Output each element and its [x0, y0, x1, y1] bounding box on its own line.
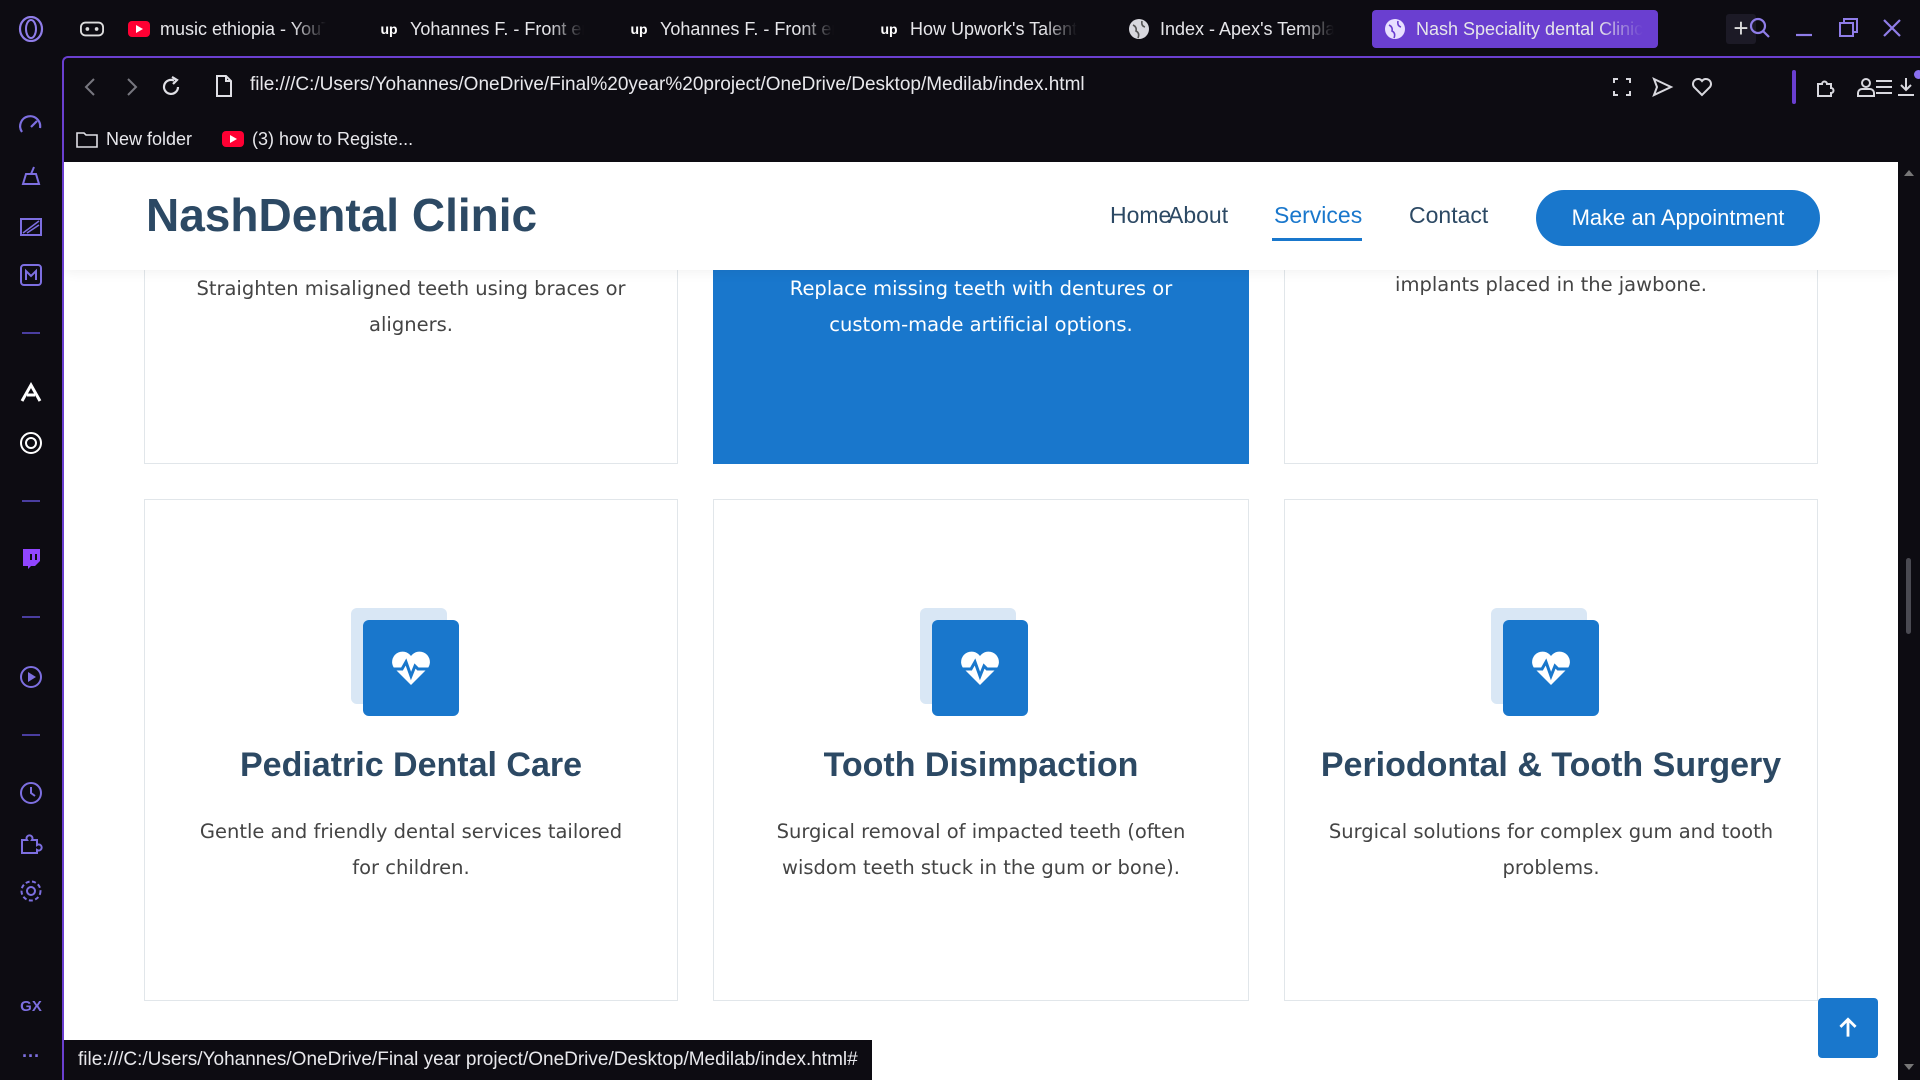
gx-control-icon[interactable] [14, 110, 48, 144]
service-card-text: implants placed in the jawbone. [1395, 273, 1707, 296]
folder-icon [76, 132, 98, 148]
bookmarks-bar: New folder (3) how to Registe... [64, 116, 1920, 162]
tab-nash-dental-active[interactable]: Nash Speciality dental Clinic [1372, 10, 1658, 48]
link-status-tooltip: file:///C:/Users/Yohannes/OneDrive/Final… [64, 1040, 872, 1080]
snapshot-icon[interactable] [1606, 71, 1638, 103]
nav-about[interactable]: About [1168, 202, 1228, 229]
site-logo[interactable]: NashDental Clinic [146, 188, 537, 242]
web-page: NashDental Clinic Home About Services Co… [64, 162, 1898, 1080]
upwork-icon: up [630, 21, 648, 37]
service-card-pediatric[interactable]: Pediatric Dental Care Gentle and friendl… [144, 499, 678, 1001]
sidebar-divider [22, 734, 40, 736]
toolbar-divider [1792, 70, 1796, 104]
tab-search-icon[interactable] [1744, 12, 1776, 44]
make-appointment-button[interactable]: Make an Appointment [1536, 190, 1820, 246]
twitch-icon[interactable] [14, 542, 48, 576]
service-card-text: Straighten misaligned teeth using braces… [196, 277, 626, 336]
gx-cleaner-icon[interactable] [14, 160, 48, 194]
nav-contact[interactable]: Contact [1409, 202, 1488, 229]
service-card-disimpaction[interactable]: Tooth Disimpaction Surgical removal of i… [713, 499, 1249, 1001]
restore-icon[interactable] [1832, 12, 1864, 44]
page-scrollbar[interactable] [1898, 162, 1920, 1080]
service-card-text: Surgical solutions for complex gum and t… [1328, 820, 1774, 879]
service-card-periodontal[interactable]: Periodontal & Tooth Surgery Surgical sol… [1284, 499, 1818, 1001]
service-card-text: Gentle and friendly dental services tail… [199, 820, 623, 879]
tab-upwork-talent[interactable]: up How Upwork's Talent [866, 10, 1096, 48]
globe-icon [1128, 18, 1150, 40]
tab-strip: music ethiopia - YouTube up Yohannes F. … [62, 0, 1920, 56]
nav-active-underline [1272, 238, 1362, 241]
close-window-icon[interactable] [1876, 12, 1908, 44]
reload-icon[interactable] [154, 70, 188, 104]
gx-games-icon[interactable] [72, 10, 112, 48]
extensions-icon[interactable] [14, 826, 48, 860]
service-card-text: Replace missing teeth with dentures or c… [789, 277, 1173, 336]
sidebar-divider [22, 332, 40, 334]
player-icon[interactable] [14, 660, 48, 694]
heart-pulse-icon [1491, 608, 1601, 718]
nav-services[interactable]: Services [1274, 202, 1362, 229]
download-badge [1914, 70, 1920, 79]
aria-ai-icon[interactable] [14, 376, 48, 410]
minimize-icon[interactable] [1788, 12, 1820, 44]
site-header: NashDental Clinic Home About Services Co… [64, 162, 1898, 270]
youtube-icon [128, 18, 150, 40]
service-card-title: Pediatric Dental Care [239, 746, 583, 784]
opera-logo-icon[interactable] [14, 12, 48, 46]
browser-sidebar: GX ··· [0, 0, 62, 1080]
service-card-title: Periodontal & Tooth Surgery [1320, 746, 1782, 784]
send-flow-icon[interactable] [1646, 71, 1678, 103]
upwork-icon: up [380, 21, 398, 37]
forward-icon[interactable] [114, 70, 148, 104]
back-icon[interactable] [74, 70, 108, 104]
gx-corner-label[interactable]: GX [14, 998, 48, 1015]
heart-pulse-icon [351, 608, 461, 718]
page-file-icon[interactable] [210, 72, 238, 100]
tab-upwork-profile-2[interactable]: up Yohannes F. - Front end [616, 10, 846, 48]
messenger-icon[interactable] [14, 258, 48, 292]
scroll-down-arrow-icon[interactable] [1904, 1064, 1914, 1070]
service-card-title: Tooth Disimpaction [823, 746, 1139, 784]
heart-pulse-icon [920, 608, 1030, 718]
bookmark-new-folder[interactable]: New folder [76, 124, 192, 154]
address-field[interactable]: file:///C:/Users/Yohannes/OneDrive/Final… [250, 74, 1085, 96]
extensions-puzzle-icon[interactable] [1810, 71, 1842, 103]
upwork-icon: up [880, 21, 898, 37]
scroll-up-arrow-icon[interactable] [1904, 170, 1914, 176]
bookmark-youtube-register[interactable]: (3) how to Registe... [222, 124, 413, 154]
history-icon[interactable] [14, 776, 48, 810]
tab-music-ethiopia[interactable]: music ethiopia - YouTube [116, 10, 338, 48]
youtube-icon [222, 131, 244, 147]
chatgpt-icon[interactable] [14, 426, 48, 460]
sidebar-divider [22, 616, 40, 618]
scrollbar-thumb[interactable] [1906, 558, 1911, 634]
tab-upwork-profile-1[interactable]: up Yohannes F. - Front end [366, 10, 596, 48]
easy-setup-menu-icon[interactable] [1868, 71, 1900, 103]
sidebar-divider [22, 500, 40, 502]
service-card-text: Surgical removal of impacted teeth (ofte… [776, 820, 1186, 879]
arrow-up-icon [1839, 1017, 1857, 1037]
tab-apex-template[interactable]: Index - Apex's Template [1116, 10, 1346, 48]
back-to-top-button[interactable] [1818, 998, 1878, 1058]
heart-bookmark-icon[interactable] [1686, 71, 1718, 103]
settings-gear-icon[interactable] [14, 874, 48, 908]
sidebar-more-icon[interactable]: ··· [14, 1046, 48, 1067]
wallpaper-icon[interactable] [14, 210, 48, 244]
globe-icon [1384, 18, 1406, 40]
nav-home[interactable]: Home [1110, 202, 1171, 229]
address-toolbar: file:///C:/Users/Yohannes/OneDrive/Final… [64, 58, 1920, 116]
